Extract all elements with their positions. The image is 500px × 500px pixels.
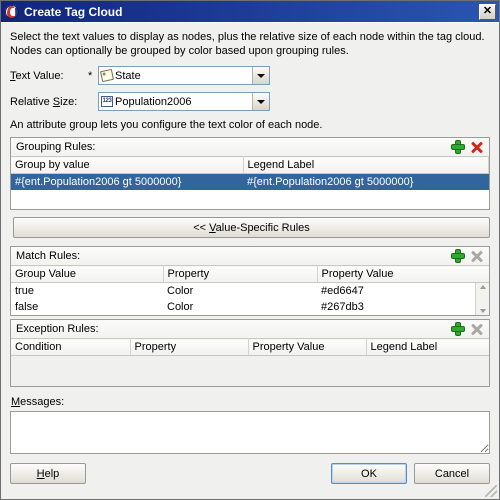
scroll-down-icon[interactable] <box>479 309 486 313</box>
relative-size-text: Population2006 <box>115 95 192 108</box>
grouping-rules-body: #{ent.Population2006 gt 5000000} #{ent.P… <box>11 174 489 190</box>
footer-left: Help <box>10 463 86 484</box>
cell-property-value: #267db3 <box>317 299 475 315</box>
chevron-down-icon <box>257 73 265 78</box>
cell-property: Color <box>163 299 317 315</box>
exception-rules-header: Exception Rules: <box>11 320 489 338</box>
chevron-down-icon <box>257 99 265 104</box>
col-property-value[interactable]: Property Value <box>317 265 489 283</box>
col-property[interactable]: Property <box>130 338 249 356</box>
match-rules-add-icon[interactable] <box>451 249 465 263</box>
cell-group-value: true <box>11 283 163 299</box>
match-rules-body-area: true Color #ed6647 false Color #267db3 <box>11 283 489 315</box>
exception-rules-title: Exception Rules: <box>16 323 99 335</box>
col-property-value[interactable]: Property Value <box>248 338 367 356</box>
match-rules-table: Group Value Property Property Value true… <box>11 265 489 315</box>
exception-rules-table: Condition Property Property Value Legend… <box>11 338 489 386</box>
value-specific-rules-button[interactable]: << Value-Specific Rules <box>13 217 490 238</box>
dialog-body: Select the text values to display as nod… <box>1 22 499 499</box>
match-rules-delete-icon <box>470 249 484 263</box>
cancel-button[interactable]: Cancel <box>414 463 490 484</box>
relative-size-combo[interactable]: 123 Population2006 <box>98 92 270 111</box>
number-123-icon: 123 <box>101 96 113 107</box>
required-marker: * <box>88 69 93 82</box>
exception-rules-empty-space <box>11 356 489 386</box>
col-condition[interactable]: Condition <box>11 338 131 356</box>
grouping-rules-toolbar <box>451 140 486 154</box>
grouping-rules-delete-icon[interactable] <box>470 140 484 154</box>
instructions-text: Select the text values to display as nod… <box>10 31 485 57</box>
exception-rules-delete-icon <box>470 322 484 336</box>
table-row[interactable]: true Color #ed6647 <box>11 283 475 299</box>
text-value-label: Text Value: <box>10 69 64 82</box>
relative-size-label: Relative Size: <box>10 95 78 108</box>
table-row[interactable]: false Color #267db3 <box>11 299 475 315</box>
cell-property: Color <box>163 283 317 299</box>
match-rules-header: Match Rules: <box>11 247 489 265</box>
exception-rules-panel: Exception Rules: Condition Property Prop… <box>10 319 490 387</box>
text-value-dropdown-arrow[interactable] <box>252 67 269 84</box>
grouping-rules-table: Group by value Legend Label #{ent.Popula… <box>11 156 489 209</box>
footer-right: OK Cancel <box>331 463 490 484</box>
dialog-title: Create Tag Cloud <box>24 4 123 19</box>
col-group-value[interactable]: Group Value <box>11 265 164 283</box>
text-value-row: Text Value: * State <box>10 66 490 85</box>
scroll-up-icon[interactable] <box>479 285 486 289</box>
cell-group-by-value: #{ent.Population2006 gt 5000000} <box>11 174 243 190</box>
relative-size-row: Relative Size: 123 Population2006 <box>10 92 490 111</box>
col-legend-label[interactable]: Legend Label <box>366 338 489 356</box>
cell-property-value: #ed6647 <box>317 283 475 299</box>
resize-grip-icon[interactable] <box>485 485 497 497</box>
grouping-rules-add-icon[interactable] <box>451 140 465 154</box>
text-value-combo-value: State <box>99 67 252 84</box>
match-rules-panel: Match Rules: Group Value Property Proper… <box>10 246 490 316</box>
exception-rules-header-row: Condition Property Property Value Legend… <box>11 338 489 356</box>
messages-label: Messages: <box>11 396 65 408</box>
ok-button[interactable]: OK <box>331 463 407 484</box>
create-tag-cloud-dialog: Create Tag Cloud ✕ Select the text value… <box>0 0 500 500</box>
grouping-rules-header-row: Group by value Legend Label <box>11 156 489 174</box>
cell-group-value: false <box>11 299 163 315</box>
exception-rules-add-icon[interactable] <box>451 322 465 336</box>
col-group-by-value[interactable]: Group by value <box>11 156 244 174</box>
col-legend-label[interactable]: Legend Label <box>243 156 489 174</box>
grouping-rules-panel: Grouping Rules: Group by value Legend La… <box>10 137 490 210</box>
exception-rules-toolbar <box>451 322 486 336</box>
col-property[interactable]: Property <box>163 265 318 283</box>
relative-size-combo-value: 123 Population2006 <box>99 93 252 110</box>
grouping-rules-empty-space <box>11 190 489 209</box>
match-rules-body: true Color #ed6647 false Color #267db3 <box>11 283 475 315</box>
grouping-rules-title: Grouping Rules: <box>16 141 96 153</box>
title-bar[interactable]: Create Tag Cloud ✕ <box>1 1 499 22</box>
text-value-text: State <box>115 69 141 82</box>
match-rules-toolbar <box>451 249 486 263</box>
tag-icon <box>99 68 115 83</box>
cell-legend-label: #{ent.Population2006 gt 5000000} <box>243 174 489 190</box>
match-rules-header-row: Group Value Property Property Value <box>11 265 489 283</box>
dialog-footer: Help OK Cancel <box>10 454 490 484</box>
table-row[interactable]: #{ent.Population2006 gt 5000000} #{ent.P… <box>11 174 489 190</box>
attribute-group-note: An attribute group lets you configure th… <box>10 119 323 131</box>
match-rules-title: Match Rules: <box>16 250 81 262</box>
text-value-combo[interactable]: State <box>98 66 270 85</box>
grouping-rules-header: Grouping Rules: <box>11 138 489 156</box>
messages-textarea[interactable] <box>10 411 490 454</box>
help-button[interactable]: Help <box>10 463 86 484</box>
relative-size-dropdown-arrow[interactable] <box>252 93 269 110</box>
match-rules-scrollbar[interactable] <box>475 283 489 315</box>
app-emblem-icon <box>5 4 19 19</box>
match-rules-body-col: true Color #ed6647 false Color #267db3 <box>11 283 475 315</box>
close-icon[interactable]: ✕ <box>479 3 496 20</box>
